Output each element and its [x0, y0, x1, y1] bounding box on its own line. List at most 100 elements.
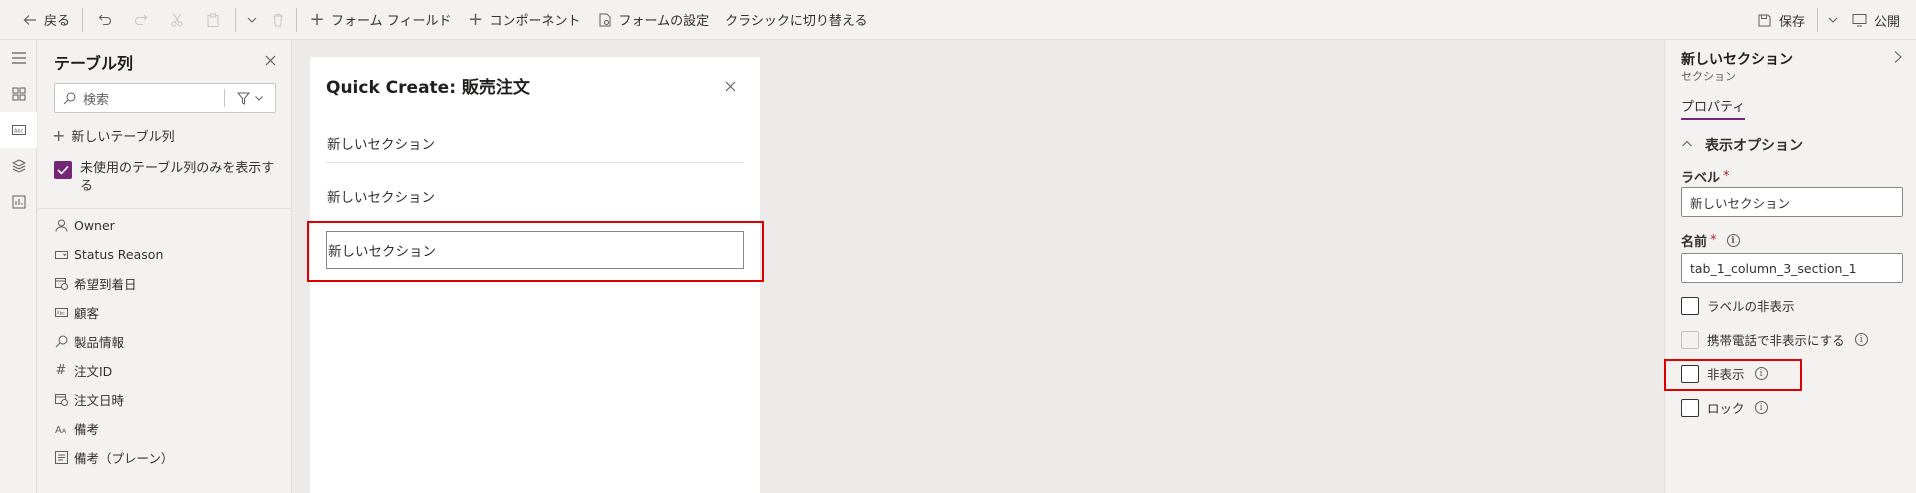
column-list: Owner Status Reason 希望到着日 Abc 顧客 製品情報 # … [54, 211, 284, 472]
lock-checkbox[interactable]: ロック i [1681, 398, 1768, 417]
toolbar-divider [296, 7, 298, 32]
number-icon: # [55, 363, 67, 378]
form-close-button[interactable] [720, 76, 740, 96]
column-item-order-datetime[interactable]: 注文日時 [54, 385, 284, 414]
switch-to-classic-button[interactable]: クラシックに切り替える [717, 0, 875, 40]
add-component-button[interactable]: + コンポーネント [460, 0, 589, 40]
required-marker: * [1723, 169, 1730, 184]
collapse-pane-button[interactable] [1893, 50, 1903, 68]
name-field-input[interactable]: tab_1_column_3_section_1 [1681, 253, 1903, 283]
show-unused-checkbox[interactable]: 未使用のテーブル列のみを表示する [54, 160, 282, 196]
info-icon[interactable]: i [1854, 333, 1868, 346]
show-unused-label: 未使用のテーブル列のみを表示する [80, 161, 275, 194]
left-nav-rail: Abc [0, 40, 37, 493]
svg-text:A: A [55, 425, 62, 435]
hide-on-phone-checkbox[interactable]: 携帯電話で非表示にする i [1681, 330, 1868, 349]
chevron-down-icon [247, 17, 257, 23]
info-icon[interactable]: i [1754, 401, 1768, 414]
chevron-right-icon [1894, 51, 1902, 63]
form-settings-icon [597, 12, 613, 28]
svg-text:Abc: Abc [14, 129, 24, 135]
search-icon [55, 92, 83, 105]
plus-icon: + [467, 9, 484, 30]
checkbox-disabled-icon [1681, 330, 1699, 349]
column-item-product-info[interactable]: 製品情報 [54, 327, 284, 356]
close-pane-button[interactable] [260, 50, 280, 70]
form-section-2[interactable]: 新しいセクション [326, 176, 744, 216]
close-icon [725, 81, 735, 91]
pane-title: テーブル列 [54, 54, 134, 73]
components-nav-button[interactable] [0, 76, 37, 112]
back-button[interactable]: 戻る [0, 0, 78, 40]
lookup-icon [54, 335, 68, 349]
highlight-box-selected-section [307, 221, 764, 282]
calendar-clock-icon [54, 277, 68, 291]
table-columns-nav-button[interactable]: Abc [0, 112, 37, 148]
form-title: Quick Create: 販売注文 [326, 78, 530, 98]
layers-icon [11, 159, 26, 173]
checkbox-checked-icon [54, 161, 72, 179]
components-icon [12, 87, 25, 101]
info-icon[interactable]: i [1726, 234, 1740, 247]
properties-title: 新しいセクション [1681, 52, 1793, 68]
person-icon [54, 219, 68, 233]
text-field-icon: Abc [54, 306, 68, 320]
column-search-box[interactable]: 検索 [54, 83, 276, 113]
label-field-input[interactable]: 新しいセクション [1681, 187, 1903, 217]
filter-button[interactable] [225, 92, 275, 105]
checkbox-unchecked-icon [1681, 296, 1699, 315]
chevron-up-icon [1681, 137, 1693, 153]
toolbar-divider [1816, 8, 1818, 32]
svg-text:Abc: Abc [56, 311, 65, 317]
more-dropdown-button[interactable] [240, 0, 264, 40]
undo-icon [98, 14, 112, 25]
publish-icon [1852, 12, 1868, 28]
required-marker: * [1710, 233, 1717, 248]
form-settings-button[interactable]: フォームの設定 [589, 0, 718, 40]
column-item-customer[interactable]: Abc 顧客 [54, 298, 284, 327]
pane-divider [38, 208, 292, 209]
column-item-owner[interactable]: Owner [54, 211, 284, 240]
new-table-column-button[interactable]: + 新しいテーブル列 [52, 126, 175, 145]
undo-button[interactable] [87, 0, 123, 40]
form-section-1[interactable]: 新しいセクション [326, 123, 744, 163]
paste-button[interactable] [195, 0, 231, 40]
properties-pane: 新しいセクション セクション プロパティ 表示オプション ラベル * 新しいセクシ… [1664, 40, 1916, 493]
save-icon [1757, 12, 1773, 28]
highlight-box-hidden-option [1664, 359, 1802, 391]
trash-icon [273, 13, 284, 26]
column-item-desired-arrival-date[interactable]: 希望到着日 [54, 269, 284, 298]
toolbar-divider [82, 7, 84, 32]
name-field-label: 名前 * i [1681, 231, 1740, 250]
column-item-notes-plain[interactable]: 備考（プレーン） [54, 443, 284, 472]
redo-button[interactable] [123, 0, 159, 40]
hamburger-menu-button[interactable] [0, 40, 37, 76]
form-libraries-nav-button[interactable] [0, 184, 37, 220]
multiline-text-icon [54, 451, 68, 465]
hide-label-checkbox[interactable]: ラベルの非表示 [1681, 296, 1795, 315]
cut-button[interactable] [159, 0, 195, 40]
label-field-label: ラベル * [1681, 169, 1730, 186]
save-options-dropdown[interactable] [1822, 0, 1844, 40]
column-item-order-id[interactable]: # 注文ID [54, 356, 284, 385]
plus-icon: + [52, 126, 66, 145]
column-item-notes[interactable]: AA 備考 [54, 414, 284, 443]
delete-button[interactable] [264, 0, 292, 40]
toolbar-divider [235, 7, 237, 32]
tree-view-nav-button[interactable] [0, 148, 37, 184]
column-item-status-reason[interactable]: Status Reason [54, 240, 284, 269]
rich-text-icon: AA [54, 422, 68, 436]
cut-icon [171, 13, 183, 26]
chevron-down-icon [254, 96, 263, 101]
publish-button[interactable]: 公開 [1844, 0, 1916, 40]
search-input[interactable]: 検索 [83, 89, 224, 108]
redo-icon [134, 14, 148, 25]
properties-subtitle: セクション [1681, 70, 1736, 83]
add-form-field-button[interactable]: + フォーム フィールド [301, 0, 459, 40]
save-button[interactable]: 保存 [1749, 0, 1813, 40]
display-options-header[interactable]: 表示オプション [1681, 135, 1803, 155]
hamburger-icon [11, 52, 26, 64]
toolbar-right: 保存 公開 [1749, 0, 1916, 40]
tab-properties[interactable]: プロパティ [1681, 96, 1746, 120]
paste-icon [207, 13, 219, 27]
